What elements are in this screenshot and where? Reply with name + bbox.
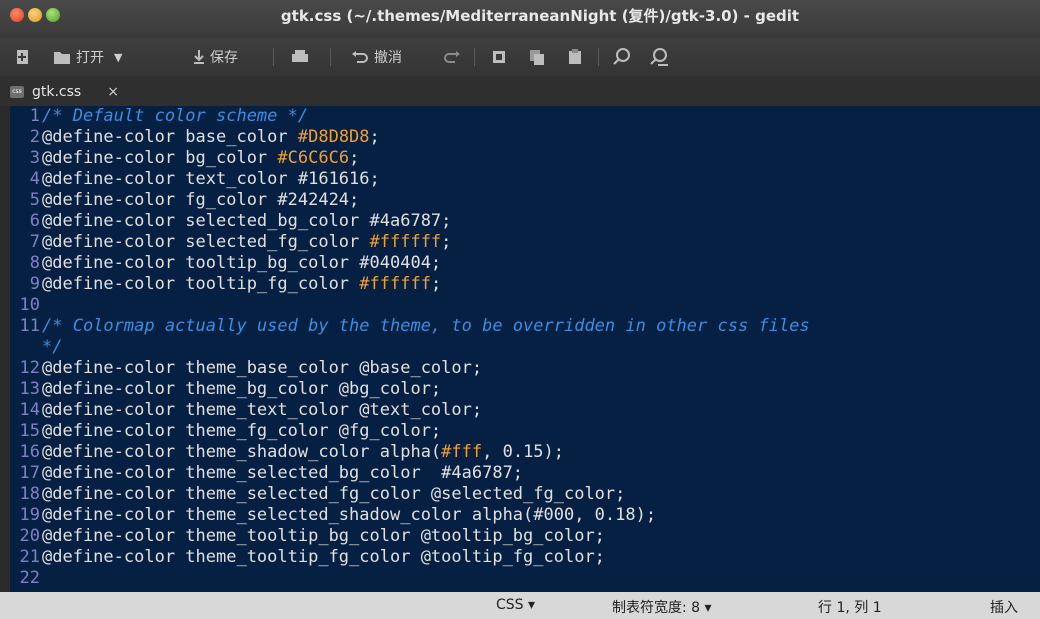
code-text: @define-color theme_bg_color @bg_color; — [42, 379, 442, 399]
line-number: 12 — [19, 358, 40, 378]
cut-button[interactable] — [490, 47, 508, 67]
language-selector[interactable]: CSS ▾ — [496, 597, 535, 613]
save-label: 保存 — [210, 50, 238, 66]
code-text: @define-color fg_color #242424; — [42, 190, 360, 210]
cut-icon — [493, 51, 505, 63]
line-number: 15 — [19, 421, 40, 441]
tab-width-selector[interactable]: 制表符宽度: 8 ▾ — [612, 597, 712, 617]
undo-button[interactable]: 撤消 — [350, 47, 402, 67]
cursor-position: 行 1, 列 1 — [818, 600, 882, 616]
line-number: 4 — [29, 169, 40, 189]
undo-label: 撤消 — [374, 50, 402, 66]
line-number: 13 — [19, 379, 40, 399]
line-number: 18 — [19, 484, 40, 504]
code-text: @define-color base_color #D8D8D8; — [42, 127, 380, 147]
line-number: 9 — [29, 274, 40, 294]
paste-button[interactable] — [566, 47, 584, 67]
redo-button[interactable] — [442, 47, 462, 67]
line-number: 19 — [19, 505, 40, 525]
window-title: gtk.css (~/.themes/MediterraneanNight (复… — [280, 7, 800, 25]
toolbar-separator — [273, 48, 274, 66]
code-text: @define-color selected_bg_color #4a6787; — [42, 211, 452, 231]
line-number: 10 — [19, 295, 40, 315]
code-text: @define-color tooltip_fg_color #ffffff; — [42, 274, 442, 294]
copy-icon — [530, 50, 544, 65]
code-text: @define-color theme_selected_fg_color @s… — [42, 484, 626, 504]
line-number: 22 — [19, 568, 40, 588]
chevron-down-icon[interactable]: ▼ — [114, 51, 122, 64]
code-text: @define-color theme_text_color @text_col… — [42, 400, 483, 420]
new-document-button[interactable] — [14, 47, 32, 67]
css-file-icon: css — [10, 86, 24, 98]
new-document-icon — [17, 50, 28, 64]
open-button[interactable]: 打开 ▼ — [52, 47, 122, 67]
print-button[interactable] — [290, 47, 310, 67]
line-number: 6 — [29, 211, 40, 231]
tab-label: gtk.css — [32, 84, 82, 100]
line-number: 21 — [19, 547, 40, 567]
code-text: @define-color theme_tooltip_fg_color @to… — [42, 547, 605, 567]
line-number: 14 — [19, 400, 40, 420]
code-text: @define-color theme_shadow_color alpha(#… — [42, 442, 565, 462]
find-button[interactable] — [612, 47, 632, 67]
line-number: 7 — [29, 232, 40, 252]
code-editor[interactable]: 1/* Default color scheme */2 @define-colo… — [10, 106, 1040, 592]
code-text: @define-color tooltip_bg_color #040404; — [42, 253, 442, 273]
code-text: @define-color bg_color #C6C6C6; — [42, 148, 360, 168]
save-icon — [194, 50, 204, 64]
toolbar-separator — [330, 48, 331, 66]
folder-icon — [54, 52, 70, 64]
close-icon[interactable]: × — [107, 84, 119, 100]
tab-bar: css gtk.css × — [0, 76, 1040, 106]
line-number: 3 — [29, 148, 40, 168]
printer-icon — [292, 50, 308, 62]
status-bar: CSS ▾ 制表符宽度: 8 ▾ 行 1, 列 1 插入 — [0, 592, 1040, 619]
copy-button[interactable] — [528, 47, 546, 67]
line-number: 8 — [29, 253, 40, 273]
find-replace-button[interactable] — [648, 47, 670, 67]
undo-icon — [352, 51, 368, 63]
code-text: @define-color text_color #161616; — [42, 169, 380, 189]
toolbar-separator — [474, 48, 475, 66]
code-text: /* Default color scheme */ — [42, 106, 309, 126]
code-text: @define-color theme_fg_color @fg_color; — [42, 421, 442, 441]
code-text: @define-color theme_selected_bg_color #4… — [42, 463, 524, 483]
code-text: @define-color theme_selected_shadow_colo… — [42, 505, 657, 525]
line-number: 11 — [19, 316, 40, 336]
paste-icon — [569, 49, 581, 64]
line-number: 1 — [29, 106, 40, 126]
code-text: @define-color theme_tooltip_bg_color @to… — [42, 526, 605, 546]
search-icon — [613, 48, 630, 65]
open-label: 打开 — [76, 50, 104, 66]
code-text: */ — [42, 337, 63, 357]
title-bar: gtk.css (~/.themes/MediterraneanNight (复… — [0, 0, 1040, 38]
code-text: /* Colormap actually used by the theme, … — [42, 316, 810, 336]
line-number: 16 — [19, 442, 40, 462]
line-number: 20 — [19, 526, 40, 546]
save-button[interactable]: 保存 — [192, 47, 238, 67]
redo-icon — [444, 51, 460, 63]
tab-gtk-css[interactable]: css gtk.css × — [10, 81, 119, 103]
toolbar-separator — [598, 48, 599, 66]
search-replace-icon — [650, 48, 668, 66]
toolbar: 打开 ▼ 保存 撤消 — [0, 38, 1040, 76]
code-text: @define-color selected_fg_color #ffffff; — [42, 232, 452, 252]
line-number: 17 — [19, 463, 40, 483]
code-text: @define-color theme_base_color @base_col… — [42, 358, 483, 378]
line-number: 5 — [29, 190, 40, 210]
line-number: 2 — [29, 127, 40, 147]
insert-mode: 插入 — [990, 600, 1018, 616]
